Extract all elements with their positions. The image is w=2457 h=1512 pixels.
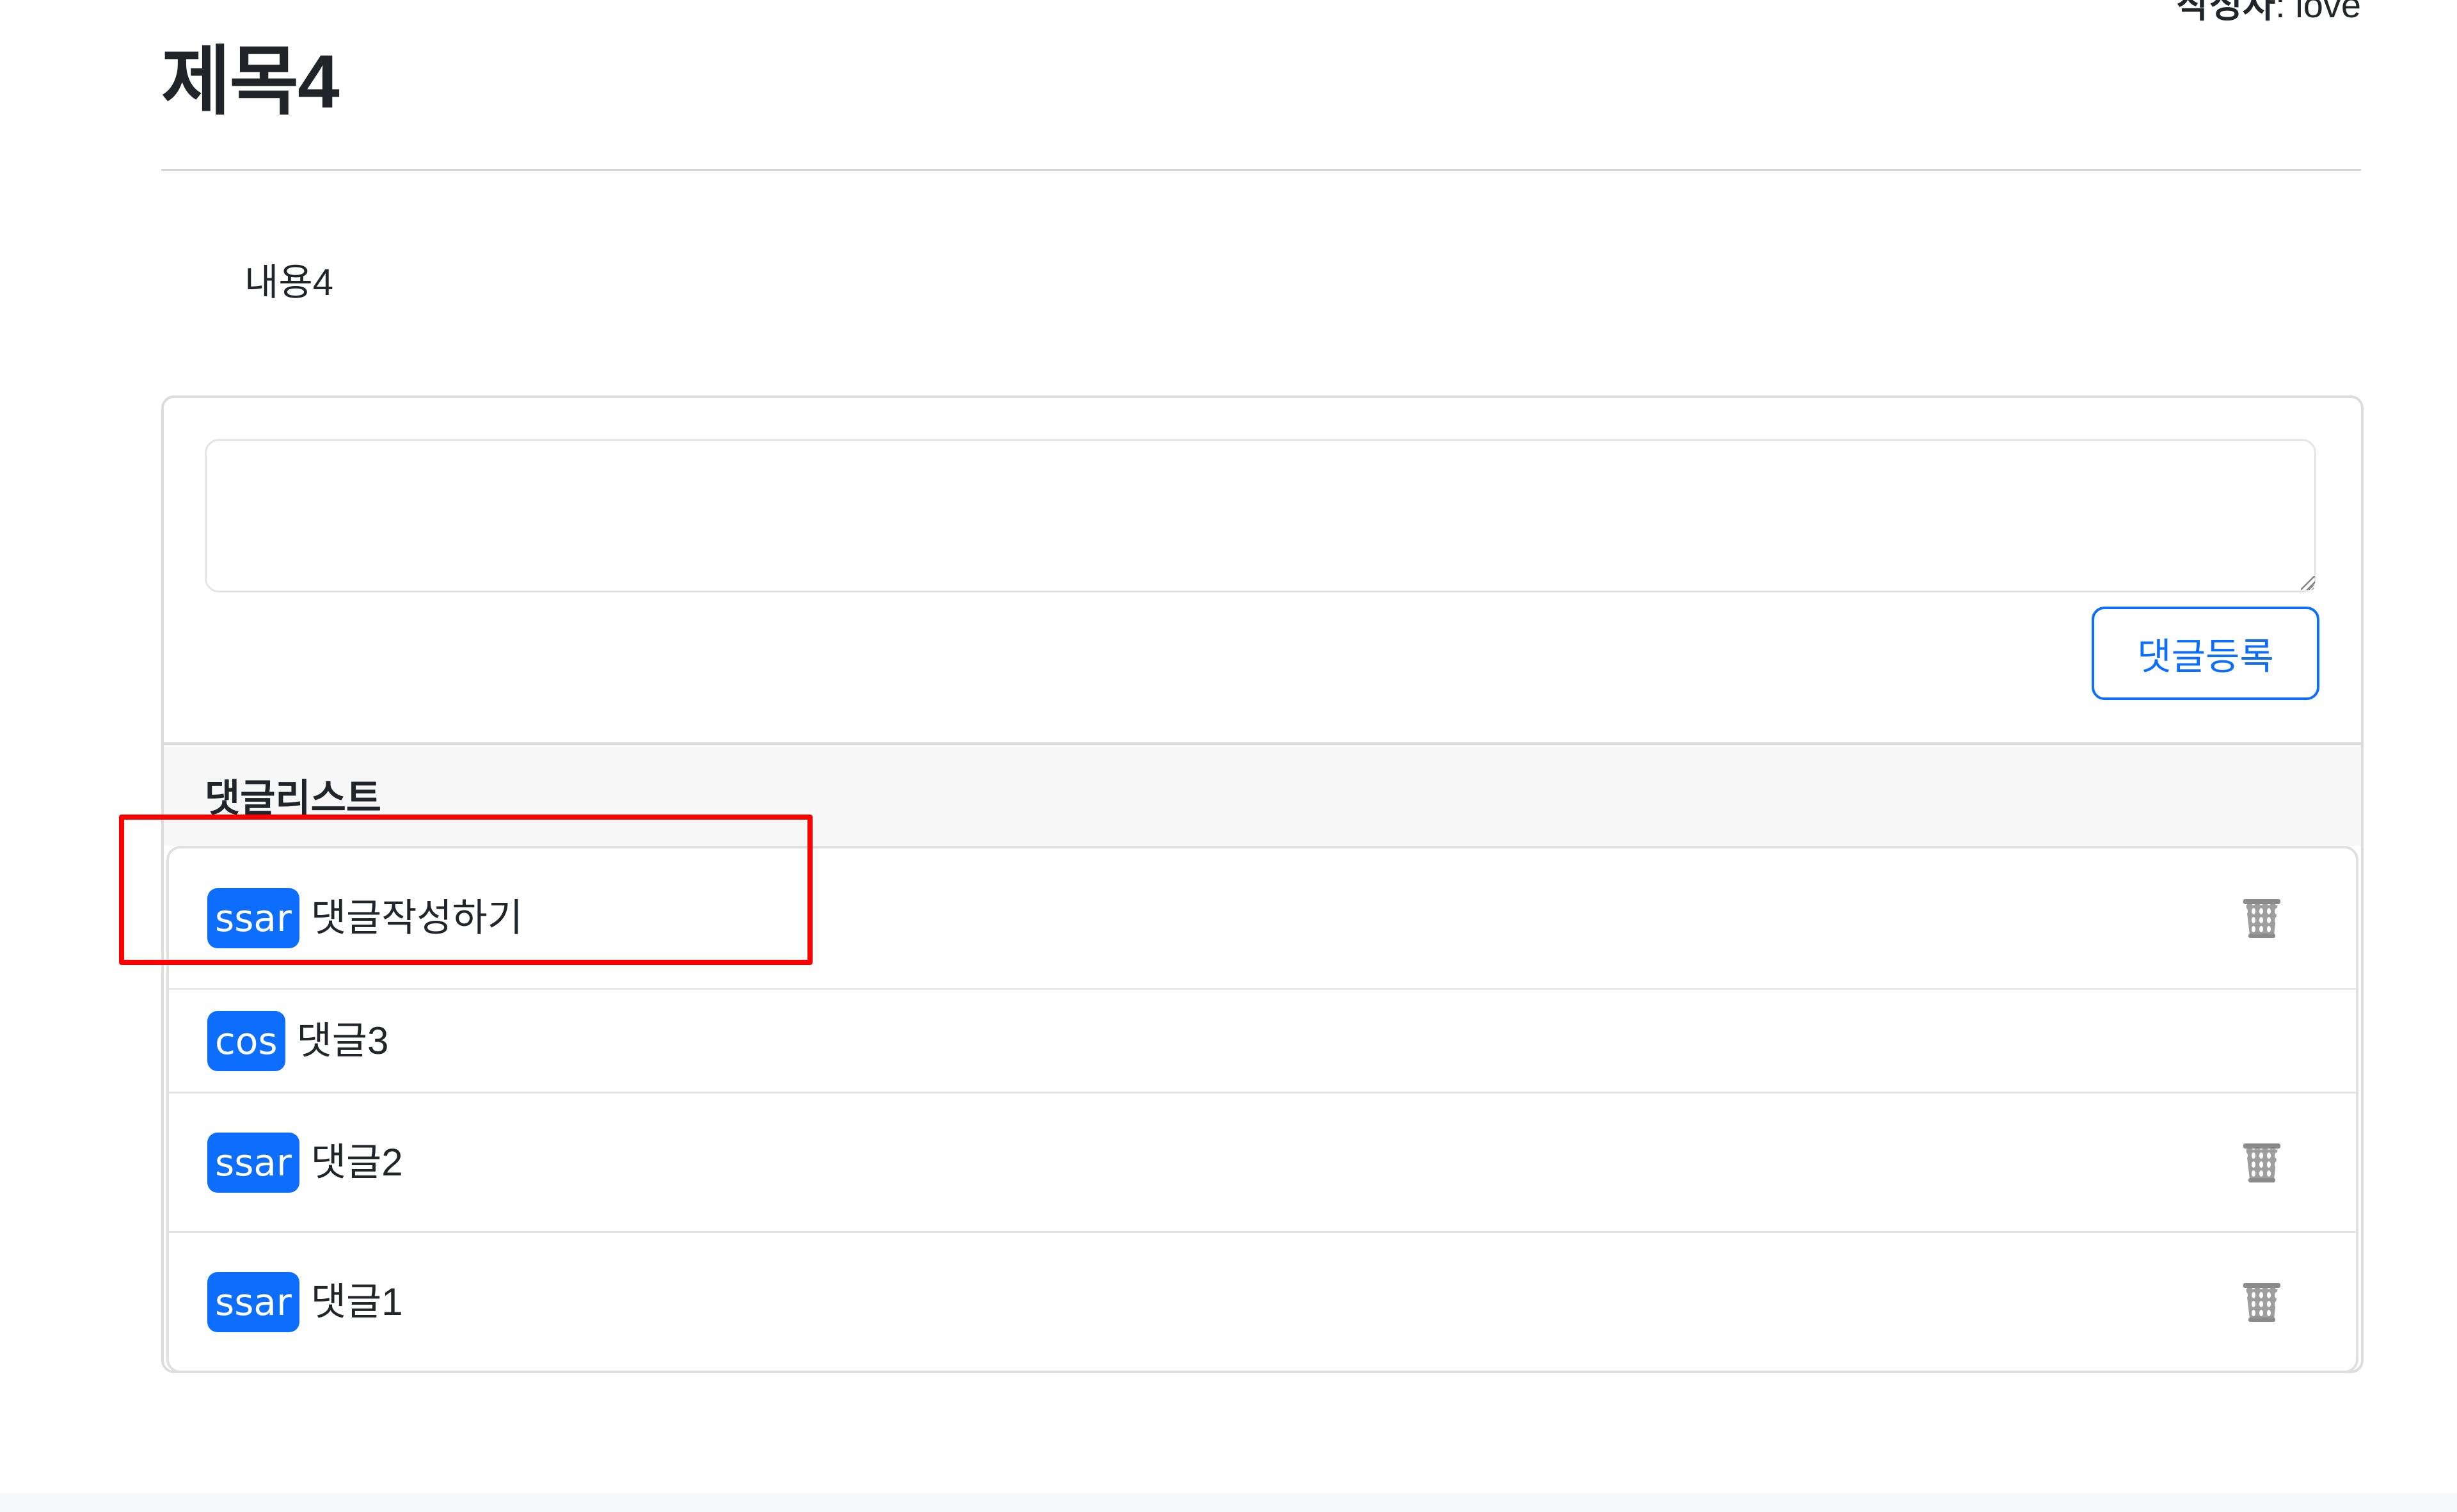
reply-item: ssar 댓글작성하기 (169, 848, 2356, 988)
reply-list: ssar 댓글작성하기 cos 댓글3 ssar 댓글2 ssar 댓글1 (166, 846, 2358, 1373)
author-label: 작성자 (2176, 0, 2276, 25)
reply-username-badge: cos (207, 1010, 285, 1071)
post-title: 제목4 (161, 40, 340, 124)
reply-content: 댓글2 (310, 1140, 403, 1184)
resize-handle-icon[interactable] (2301, 576, 2315, 590)
title-divider (161, 169, 2361, 171)
reply-username-badge: ssar (207, 1132, 299, 1193)
trash-icon[interactable] (2242, 1142, 2282, 1183)
author-separator: : (2275, 0, 2296, 25)
trash-icon[interactable] (2242, 1282, 2282, 1323)
reply-textarea[interactable] (205, 439, 2316, 593)
author-name: love (2295, 0, 2361, 25)
reply-card: 댓글등록 댓글리스트 ssar 댓글작성하기 cos 댓글3 ssar 댓글2 ssar… (161, 395, 2364, 1373)
reply-list-title: 댓글리스트 (205, 777, 381, 820)
reply-form: 댓글등록 (164, 398, 2361, 742)
reply-username-badge: ssar (207, 888, 299, 948)
post-content: 내용4 (244, 262, 333, 303)
trash-icon[interactable] (2242, 898, 2282, 939)
reply-list-header: 댓글리스트 (164, 742, 2361, 846)
footer (0, 1493, 2457, 1512)
reply-username-badge: ssar (207, 1271, 299, 1332)
reply-submit-button[interactable]: 댓글등록 (2092, 607, 2319, 700)
reply-content: 댓글1 (310, 1280, 403, 1323)
post-author: 작성자: love (2177, 0, 2361, 26)
reply-item: ssar 댓글2 (169, 1092, 2356, 1231)
reply-content: 댓글작성하기 (310, 896, 523, 939)
reply-item: ssar 댓글1 (169, 1231, 2356, 1371)
reply-content: 댓글3 (296, 1019, 389, 1062)
reply-item: cos 댓글3 (169, 988, 2356, 1092)
